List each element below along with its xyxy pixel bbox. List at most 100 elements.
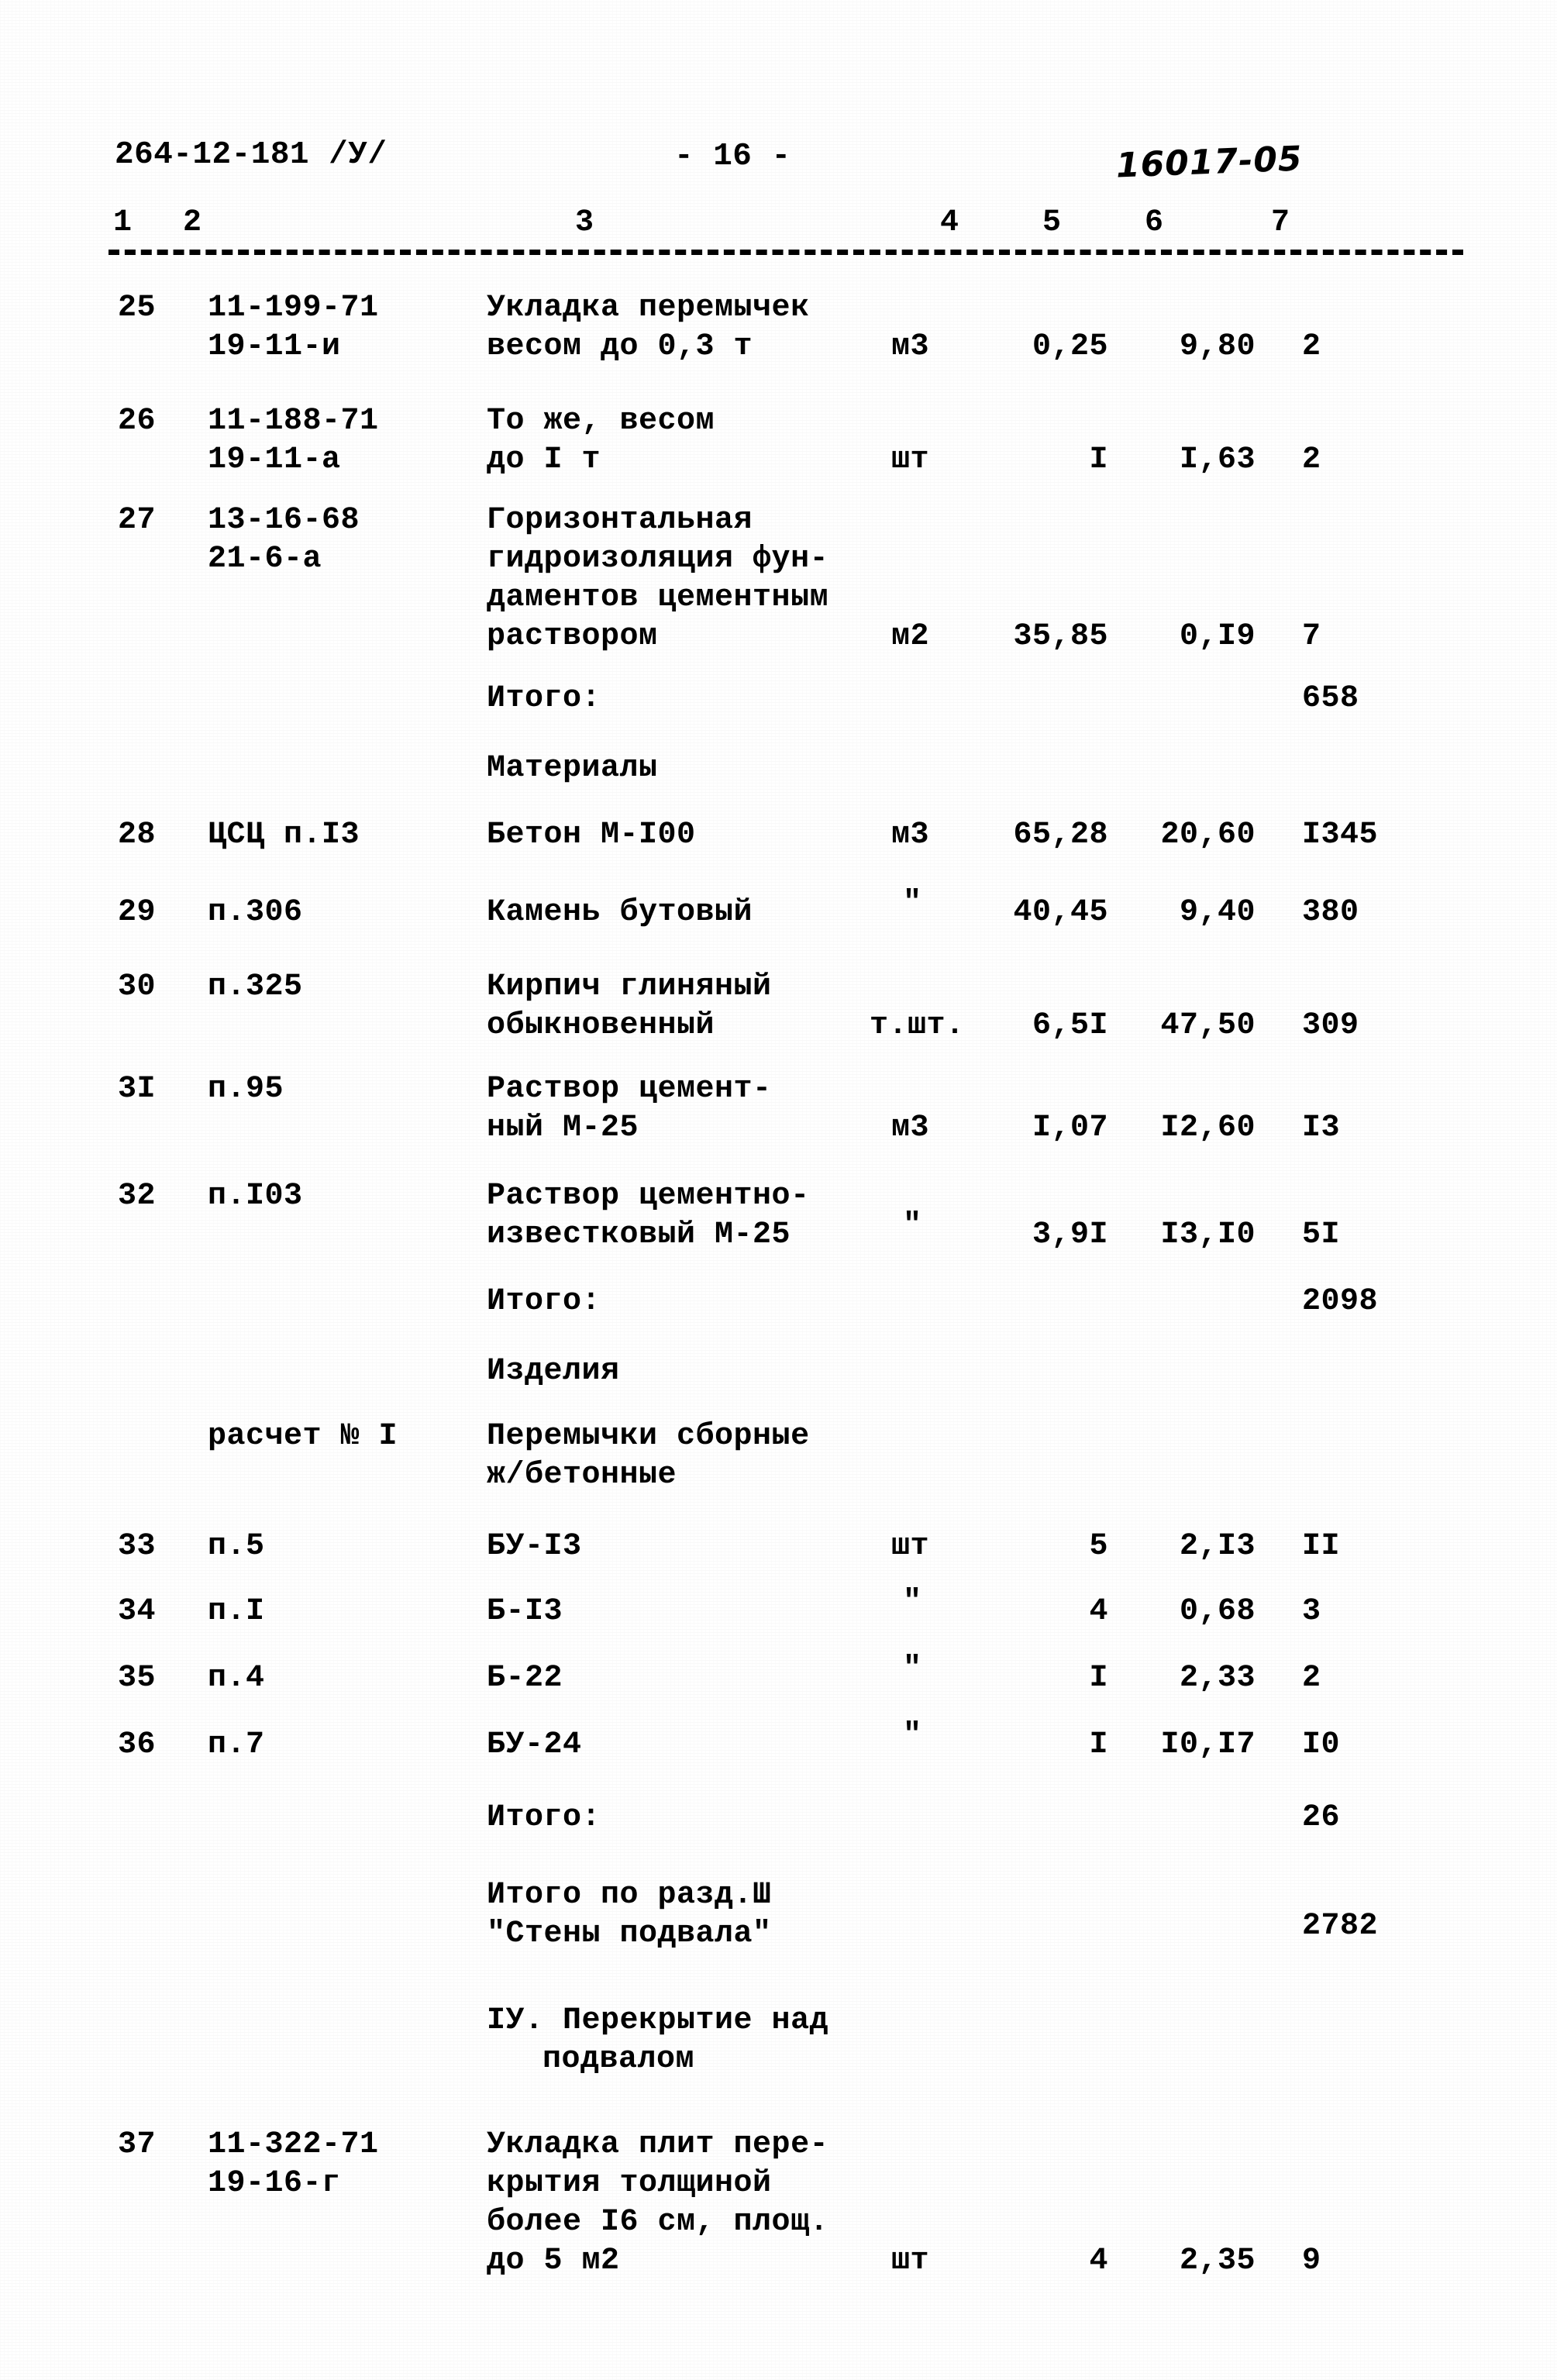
row-quantity: 4 (1089, 1594, 1108, 1629)
row-unit-price: 20,60 (1160, 818, 1256, 852)
row-unit: шт (891, 443, 930, 477)
row-code-line: 11-199-71 (208, 291, 379, 325)
row-unit: " (903, 1208, 922, 1243)
scanned-page: 264-12-181 /У/ - 16 - 16017-05 1 2 3 4 5… (0, 0, 1557, 2380)
row-unit-price: 0,68 (1179, 1594, 1256, 1629)
row-description-line: Камень бутовый (487, 895, 753, 930)
subtotal-works-value: 658 (1302, 681, 1359, 716)
row-number: 27 (118, 503, 157, 538)
row-description-line: весом до 0,3 т (487, 329, 753, 364)
row-number: 34 (118, 1594, 157, 1629)
row-quantity: 5 (1089, 1529, 1108, 1564)
row-total: 2 (1302, 1661, 1321, 1696)
row-description-line: Б-I3 (487, 1594, 563, 1629)
row-total: 380 (1302, 895, 1359, 930)
row-total: 309 (1302, 1008, 1359, 1043)
row-total: 3 (1302, 1594, 1321, 1629)
row-unit: шт (891, 2244, 930, 2278)
row-unit: м2 (891, 619, 930, 654)
row-number: 26 (118, 404, 157, 439)
column-number-1: 1 (113, 205, 133, 240)
row-quantity: 40,45 (1013, 895, 1108, 930)
row-quantity: I (1089, 443, 1108, 477)
row-quantity: 35,85 (1013, 619, 1108, 654)
subtotal-products-value: 26 (1302, 1800, 1341, 1835)
row-quantity: I,07 (1032, 1111, 1108, 1145)
calc-reference-desc-line: Перемычки сборные (487, 1419, 810, 1454)
row-code-line: 11-188-71 (208, 404, 379, 439)
row-quantity: 4 (1089, 2244, 1108, 2278)
row-total: II (1302, 1529, 1341, 1564)
row-number: 28 (118, 818, 157, 852)
subtotal-works-label: Итого: (487, 681, 601, 716)
column-number-3: 3 (575, 205, 594, 240)
row-number: 25 (118, 291, 157, 325)
subtotal-materials-label: Итого: (487, 1284, 601, 1319)
row-code-line: ЦСЦ п.I3 (208, 818, 360, 852)
row-code-line: п.7 (208, 1727, 265, 1762)
next-section-heading-line: подвалом (543, 2042, 695, 2077)
row-total: 2 (1302, 329, 1321, 364)
subtotal-products-label: Итого: (487, 1800, 601, 1835)
column-number-6: 6 (1145, 205, 1164, 240)
row-description-line: Б-22 (487, 1661, 563, 1696)
calc-reference-code: расчет № I (208, 1419, 398, 1454)
row-quantity: 6,5I (1032, 1008, 1108, 1043)
row-unit: м3 (891, 818, 930, 852)
row-unit: " (903, 1652, 922, 1686)
row-code-line: 19-11-а (208, 443, 341, 477)
row-unit: " (903, 1585, 922, 1620)
row-total: 9 (1302, 2244, 1321, 2278)
row-quantity: 3,9I (1032, 1218, 1108, 1252)
row-total: I3 (1302, 1111, 1341, 1145)
row-code-line: п.325 (208, 970, 303, 1004)
row-code-line: п.306 (208, 895, 303, 930)
row-description-line: Раствор цементно- (487, 1179, 810, 1214)
row-description-line: ный М-25 (487, 1111, 639, 1145)
page-marker: - 16 - (674, 139, 791, 174)
row-description-line: раствором (487, 619, 658, 654)
row-description-line: обыкновенный (487, 1008, 715, 1043)
row-unit: т.шт. (870, 1008, 965, 1043)
column-number-2: 2 (183, 205, 202, 240)
row-description-line: до I т (487, 443, 601, 477)
column-number-7: 7 (1271, 205, 1290, 240)
row-quantity: I (1089, 1661, 1108, 1696)
row-description-line: Раствор цемент- (487, 1072, 772, 1107)
row-total: 5I (1302, 1218, 1341, 1252)
row-unit-price: I3,I0 (1160, 1218, 1256, 1252)
materials-heading: Материалы (487, 751, 658, 786)
row-unit: шт (891, 1529, 930, 1564)
row-code-line: 11-322-71 (208, 2127, 379, 2162)
row-code-line: п.5 (208, 1529, 265, 1564)
row-code-line: п.95 (208, 1072, 284, 1107)
row-total: 7 (1302, 619, 1321, 654)
row-quantity: I (1089, 1727, 1108, 1762)
column-number-4: 4 (940, 205, 959, 240)
row-code-line: п.I (208, 1594, 265, 1629)
row-total: 2 (1302, 443, 1321, 477)
row-number: 30 (118, 970, 157, 1004)
calc-reference-desc-line: ж/бетонные (487, 1458, 677, 1493)
section-total-label-line: "Стены подвала" (487, 1917, 772, 1951)
row-unit-price: 0,I9 (1179, 619, 1256, 654)
row-number: 35 (118, 1661, 157, 1696)
row-number: 33 (118, 1529, 157, 1564)
row-code-line: 13-16-68 (208, 503, 360, 538)
row-description-line: крытия толщиной (487, 2166, 772, 2201)
row-code-line: 19-16-г (208, 2166, 341, 2201)
row-unit: " (903, 886, 922, 921)
row-description-line: даментов цементным (487, 580, 829, 615)
section-total-label-line: Итого по разд.Ш (487, 1878, 772, 1913)
row-description-line: более I6 см, площ. (487, 2205, 829, 2240)
row-code-line: 21-6-а (208, 542, 322, 577)
document-code: 264-12-181 /У/ (115, 137, 388, 173)
row-description-line: БУ-24 (487, 1727, 582, 1762)
row-code-line: п.4 (208, 1661, 265, 1696)
row-unit-price: 9,80 (1179, 329, 1256, 364)
row-quantity: 0,25 (1032, 329, 1108, 364)
column-number-5: 5 (1042, 205, 1062, 240)
row-code-line: 19-11-и (208, 329, 341, 364)
row-code-line: п.I03 (208, 1179, 303, 1214)
row-description-line: до 5 м2 (487, 2244, 620, 2278)
